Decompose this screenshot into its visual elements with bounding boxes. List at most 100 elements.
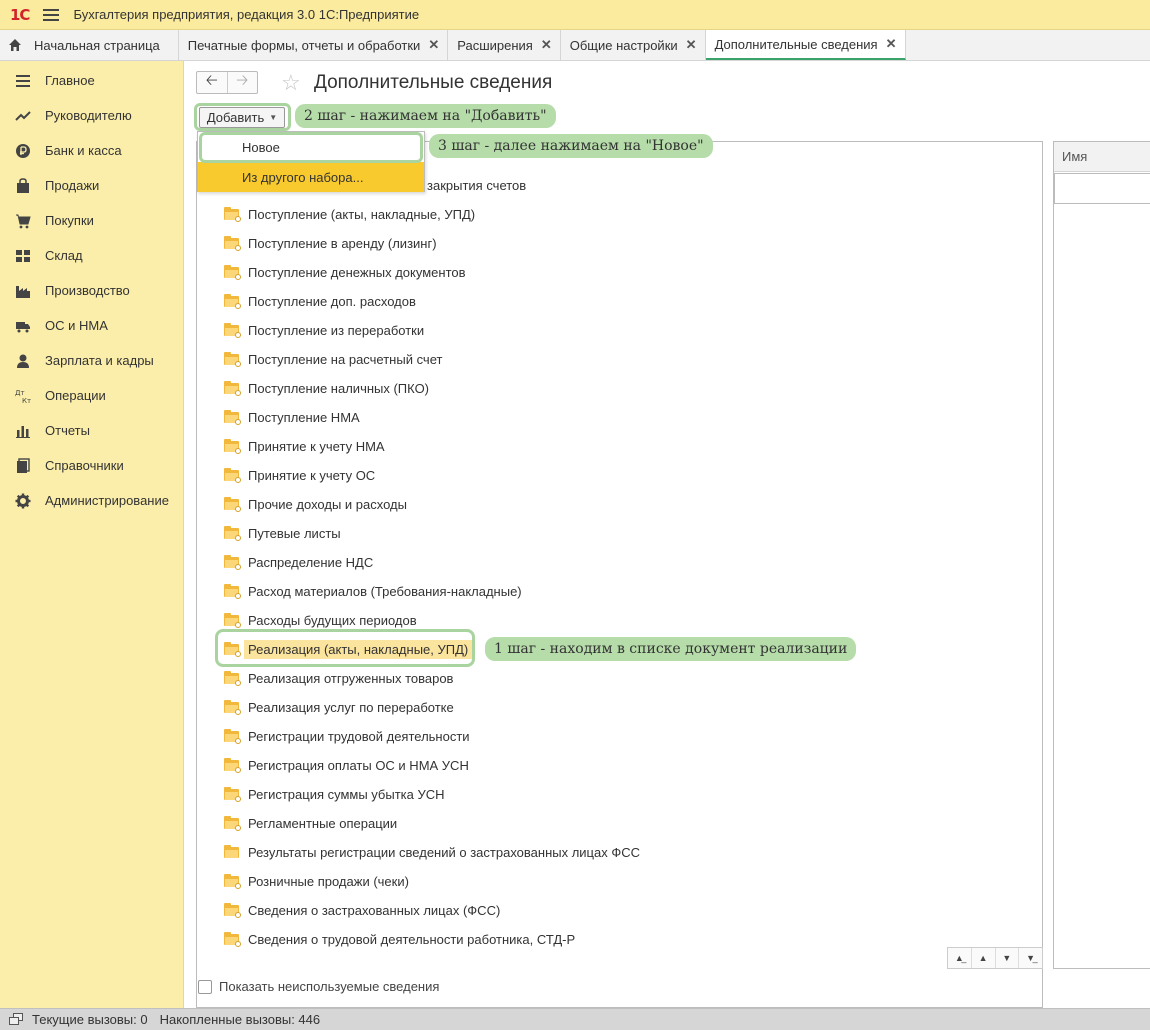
back-arrow-icon[interactable]: 🡠 (197, 72, 227, 93)
sidebar-item-reports[interactable]: Отчеты (0, 413, 183, 448)
add-button[interactable]: Добавить ▼ (199, 107, 285, 128)
sidebar-item-operations[interactable]: Дт Кт Операции (0, 378, 183, 413)
sidebar-item-label: Производство (45, 283, 130, 298)
annotation-step-3: 3 шаг - далее нажимаем на "Новое" (429, 134, 713, 158)
scroll-down-icon[interactable]: ▼ (994, 948, 1019, 968)
list-item[interactable]: Прочие доходы и расходы (224, 493, 407, 515)
list-item-label: Поступление в аренду (лизинг) (248, 235, 437, 251)
list-item[interactable]: Путевые листы (224, 522, 341, 544)
list-item[interactable]: Розничные продажи (чеки) (224, 870, 409, 892)
windows-icon[interactable] (9, 1012, 25, 1027)
folder-icon (224, 700, 241, 715)
list-item[interactable]: Поступление на расчетный счет (224, 348, 442, 370)
sidebar-item-sales[interactable]: Продажи (0, 168, 183, 203)
scroll-up-icon[interactable]: ▲ (970, 948, 995, 968)
accumulated-calls: Накопленные вызовы: 446 (159, 1012, 321, 1027)
list-item-label: Прочие доходы и расходы (248, 496, 407, 512)
list-item[interactable]: Расходы будущих периодов (224, 609, 417, 631)
close-icon[interactable]: ✕ (541, 37, 552, 53)
tab-extensions[interactable]: Расширения ✕ (448, 30, 561, 60)
list-item-label: Поступление (акты, накладные, УПД) (248, 206, 476, 222)
tab-home[interactable]: Начальная страница (0, 30, 179, 60)
folder-icon (224, 265, 241, 280)
list-item[interactable]: Регистрации трудовой деятельности (224, 725, 470, 747)
tab-print-forms[interactable]: Печатные формы, отчеты и обработки ✕ (179, 30, 449, 60)
list-item-label: Сведения о застрахованных лицах (ФСС) (248, 902, 501, 918)
scroll-bottom-icon[interactable]: ▼̲ (1018, 948, 1042, 968)
close-icon[interactable]: ✕ (428, 37, 439, 53)
list-item[interactable]: Регламентные операции (224, 812, 397, 834)
list-item-label: Поступление НМА (248, 409, 360, 425)
column-header-name[interactable]: Имя (1054, 142, 1150, 172)
close-icon[interactable]: ✕ (686, 37, 697, 53)
menu-item-from-other-set[interactable]: Из другого набора... (198, 162, 424, 192)
folder-icon (224, 874, 241, 889)
list-item-label: Расходы будущих периодов (248, 612, 417, 628)
list-item-label: Регламентные операции (248, 815, 398, 831)
page-title: Дополнительные сведения (314, 72, 553, 93)
folder-icon (224, 584, 241, 599)
checkbox-box[interactable] (198, 979, 212, 994)
sidebar-item-administration[interactable]: Администрирование (0, 483, 183, 518)
tab-label: Общие настройки (569, 37, 678, 53)
list-item[interactable]: Распределение НДС (224, 551, 373, 573)
folder-icon (224, 613, 241, 628)
tab-additional-info[interactable]: Дополнительные сведения ✕ (705, 30, 906, 60)
new-item-highlight-frame (199, 132, 423, 163)
list-item[interactable]: Поступление (акты, накладные, УПД) (224, 203, 475, 225)
app-logo: 1С (10, 5, 30, 24)
list-item[interactable]: Поступление наличных (ПКО) (224, 377, 429, 399)
folder-icon (224, 671, 241, 686)
sidebar-item-main[interactable]: Главное (0, 63, 183, 98)
list-item[interactable]: Реализация услуг по переработке (224, 696, 454, 718)
sidebar-item-directories[interactable]: Справочники (0, 448, 183, 483)
app-title: Бухгалтерия предприятия, редакция 3.0 1С… (73, 7, 420, 22)
list-item[interactable]: Реализация отгруженных товаров (224, 667, 453, 689)
sidebar-item-label: Зарплата и кадры (45, 353, 154, 368)
tab-bar: Начальная страница Печатные формы, отчет… (0, 30, 1150, 61)
hamburger-menu-icon[interactable] (43, 8, 60, 21)
list-item[interactable]: Принятие к учету НМА (224, 435, 385, 457)
selected-row-highlight-frame (215, 629, 475, 667)
sidebar-item-production[interactable]: Производство (0, 273, 183, 308)
list-item[interactable]: Принятие к учету ОС (224, 464, 375, 486)
ruble-icon (16, 143, 30, 158)
list-item[interactable]: Поступление доп. расходов (224, 290, 416, 312)
list-item[interactable]: Сведения о трудовой деятельности работни… (224, 928, 575, 950)
list-item[interactable]: Регистрация суммы убытка УСН (224, 783, 445, 805)
sidebar-item-label: Администрирование (45, 493, 169, 508)
list-item[interactable]: Регистрация оплаты ОС и НМА УСН (224, 754, 469, 776)
list-item-label: Регистрация суммы убытка УСН (248, 786, 445, 802)
sidebar-item-warehouse[interactable]: Склад (0, 238, 183, 273)
folder-icon (224, 323, 241, 338)
tab-general-settings[interactable]: Общие настройки ✕ (561, 30, 706, 60)
forward-arrow-icon[interactable]: 🡢 (226, 72, 258, 93)
list-item[interactable]: Поступление НМА (224, 406, 360, 428)
sidebar-item-label: Склад (45, 248, 83, 263)
list-item-label: Распределение НДС (248, 554, 374, 570)
table-cell[interactable] (1054, 173, 1150, 204)
list-item-label: Принятие к учету ОС (248, 467, 376, 483)
dt-kt-icon: ДтКт (15, 389, 31, 404)
list-item[interactable]: Сведения о застрахованных лицах (ФСС) (224, 899, 500, 921)
close-icon[interactable]: ✕ (886, 36, 897, 52)
list-item[interactable]: Расход материалов (Требования-накладные) (224, 580, 522, 602)
list-item[interactable]: Поступление денежных документов (224, 261, 466, 283)
tab-label: Печатные формы, отчеты и обработки (187, 37, 421, 53)
list-item[interactable]: Результаты регистрации сведений о застра… (224, 841, 640, 863)
sidebar-item-purchases[interactable]: Покупки (0, 203, 183, 238)
list-item-label: Реализация отгруженных товаров (248, 670, 454, 686)
sidebar-item-bank[interactable]: Банк и касса (0, 133, 183, 168)
list-item[interactable]: Поступление в аренду (лизинг) (224, 232, 437, 254)
svg-text:Кт: Кт (22, 397, 31, 404)
additional-info-list[interactable]: закрытия счетов Поступление (акты, накла… (196, 141, 1043, 1008)
sidebar-item-salary[interactable]: Зарплата и кадры (0, 343, 183, 378)
favorite-star-icon[interactable]: ☆ (281, 70, 301, 96)
list-item[interactable]: Поступление из переработки (224, 319, 424, 341)
scroll-top-icon[interactable]: ▲̲ (948, 948, 971, 968)
sidebar-item-fixed-assets[interactable]: ОС и НМА (0, 308, 183, 343)
show-unused-checkbox[interactable]: Показать неиспользуемые сведения (198, 979, 439, 994)
list-item-label: Расход материалов (Требования-накладные) (248, 583, 522, 599)
sidebar-item-manager[interactable]: Руководителю (0, 98, 183, 133)
bar-chart-icon (16, 425, 30, 438)
